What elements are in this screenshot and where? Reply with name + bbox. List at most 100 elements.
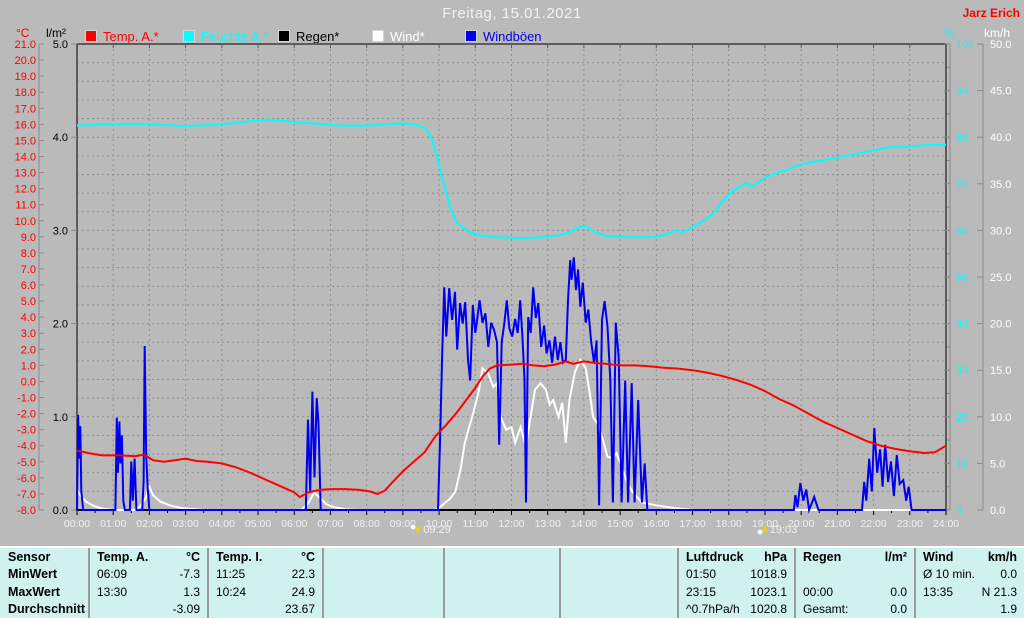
time-tick-label: 00:00: [64, 518, 90, 530]
cell-value: 1.9: [1000, 602, 1017, 617]
cell-time: Temp. I.: [216, 549, 263, 564]
table-cell: [559, 600, 677, 618]
table-cell: [794, 565, 914, 583]
table-cell: 13:35 N 21.3: [914, 583, 1024, 601]
axis-tick-label: 60: [956, 225, 968, 237]
cell-value: 22.3: [291, 567, 315, 582]
weather-app-page: { "header": { "title": "Freitag, 15.01.2…: [0, 0, 1024, 618]
axis-tick-label: 40: [956, 319, 968, 331]
time-tick-label: 17:00: [679, 518, 705, 530]
table-cell: Gesamt: 0.0: [794, 600, 914, 618]
axis-tick-label: 10.0: [15, 216, 36, 228]
table-corner-label: Sensor: [8, 549, 51, 564]
axis-tick-label: 50.0: [990, 39, 1011, 51]
axis-tick-label: 0.0: [53, 505, 68, 517]
axis-tick-label: 3.0: [53, 225, 68, 237]
cell-time: Gesamt:: [803, 602, 849, 617]
time-tick-label: 04:00: [209, 518, 235, 530]
time-axis: 00:00 01:00 02:00 03:00 04:00 05:00 06:00 07:00…: [64, 44, 959, 530]
axis-tick-label: -4.0: [17, 441, 36, 453]
table-cell: 01:50 1018.9: [677, 565, 794, 583]
axis-tick-label: 7.0: [21, 264, 36, 276]
cell-value: °C: [300, 549, 315, 564]
axis-tick-label: 9.0: [21, 232, 36, 244]
col-header-temp-a-: Temp. A. °C: [88, 548, 207, 566]
cell-time: 23:15: [686, 584, 717, 599]
time-tick-label: 02:00: [136, 518, 162, 530]
time-tick-label: 12:00: [498, 518, 524, 530]
cell-value: hPa: [764, 549, 787, 564]
cell-value: 0.0: [1000, 567, 1017, 582]
time-tick-label: 24:00: [933, 518, 959, 530]
axis-tick-label: 11.0: [15, 200, 36, 212]
axis-tick-label: -3.0: [17, 425, 36, 437]
table-cell: 23.67: [207, 600, 322, 618]
time-tick-label: 03:00: [172, 518, 198, 530]
time-tick-label: 15:00: [607, 518, 633, 530]
axis-tick-label: 30.0: [990, 225, 1011, 237]
table-cell: Ø 10 min. 0.0: [914, 565, 1024, 583]
time-tick-label: 07:00: [317, 518, 343, 530]
sensor-summary-table: Sensor Temp. A. °C Temp. I. °C Luftdruck hPa Re…: [0, 546, 1024, 618]
sunrise-icon: [409, 523, 422, 534]
cell-value: 1.3: [183, 584, 200, 599]
axis-tick-label: 2.0: [21, 344, 36, 356]
axis-tick-label: 3.0: [21, 328, 36, 340]
axis-tick-label: 35.0: [990, 179, 1011, 191]
table-cell: 10:24 24.9: [207, 583, 322, 601]
table-cell: [559, 583, 677, 601]
table-cell: [322, 583, 443, 601]
cell-time: Temp. A.: [97, 549, 149, 564]
table-cell: [443, 583, 559, 601]
cell-value: -3.09: [172, 602, 200, 617]
axis-tick-label: 0: [956, 505, 962, 517]
cell-value: 0.0: [890, 584, 907, 599]
axis-tick-label: 40.0: [990, 132, 1011, 144]
table-cell: [443, 600, 559, 618]
axis-tick-label: 12.0: [15, 184, 36, 196]
table-cell: 1.9: [914, 600, 1024, 618]
axis-tick-label: 10.0: [990, 412, 1011, 424]
col-header-empty: [443, 548, 559, 566]
table-cell: 11:25 22.3: [207, 565, 322, 583]
table-cell: [559, 565, 677, 583]
time-tick-label: 08:00: [354, 518, 380, 530]
cell-time: Luftdruck: [686, 549, 744, 564]
cell-value: °C: [185, 549, 200, 564]
cell-value: 1020.8: [750, 602, 787, 617]
rain-axis: 5.0 4.0 3.0 2.0 1.0 0.0: [53, 39, 77, 517]
axis-tick-label: 15.0: [15, 135, 36, 147]
time-tick-label: 23:00: [897, 518, 923, 530]
col-header-temp-i-: Temp. I. °C: [207, 548, 322, 566]
cell-value: 1018.9: [750, 567, 787, 582]
axis-tick-label: 21.0: [15, 39, 36, 51]
cell-value: l/m²: [884, 549, 907, 564]
axis-tick-label: 2.0: [53, 319, 68, 331]
time-tick-label: 16:00: [643, 518, 669, 530]
cell-time: 13:35: [923, 584, 954, 599]
axis-tick-label: 0.0: [21, 376, 36, 388]
axis-tick-label: -5.0: [17, 457, 36, 469]
col-header-luftdruck: Luftdruck hPa: [677, 548, 794, 566]
cell-value: 24.9: [291, 584, 315, 599]
humidity-axis: 1009080706050403020100: [944, 39, 974, 517]
axis-tick-label: 20.0: [15, 55, 36, 67]
axis-tick-label: 20.0: [990, 319, 1011, 331]
axis-tick-label: 17.0: [15, 103, 36, 115]
gridlines: [77, 44, 946, 510]
axis-tick-label: 50: [956, 272, 968, 284]
sunrise-marker: 09:29: [409, 523, 451, 536]
cell-time: Ø 10 min.: [923, 567, 976, 582]
sunset-marker: 19:03: [756, 523, 797, 536]
axis-tick-label: 13.0: [15, 168, 36, 180]
axis-tick-label: -2.0: [17, 409, 36, 421]
axis-tick-label: 5.0: [53, 39, 68, 51]
cell-value: -7.3: [179, 567, 200, 582]
table-cell: -3.09: [88, 600, 207, 618]
axis-tick-label: 1.0: [21, 360, 36, 372]
axis-tick-label: 16.0: [15, 119, 36, 131]
axis-tick-label: 0.0: [990, 505, 1005, 517]
cell-time: 10:24: [216, 584, 247, 599]
cell-time: 06:09: [97, 567, 128, 582]
cell-value: 0.0: [890, 602, 907, 617]
